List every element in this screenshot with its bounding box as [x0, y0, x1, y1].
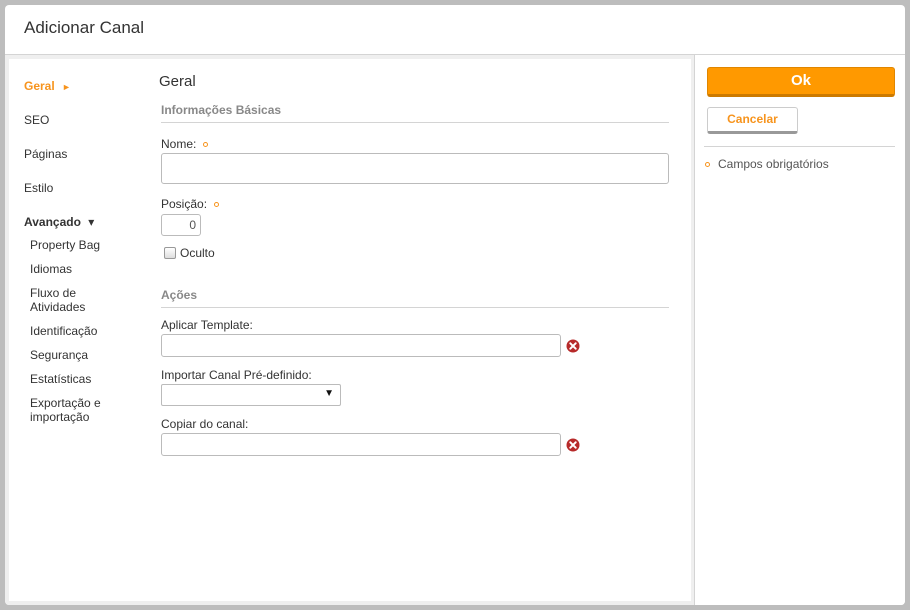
- dialog-header: Adicionar Canal: [5, 5, 905, 55]
- caret-down-icon: ▼: [324, 388, 334, 399]
- arrow-right-icon: ►: [62, 82, 71, 92]
- dialog: Adicionar Canal Geral ► SEO Páginas Esti…: [5, 5, 905, 605]
- name-label: Nome:: [161, 137, 209, 151]
- dialog-title: Adicionar Canal: [24, 18, 145, 37]
- clear-template-icon[interactable]: [566, 339, 580, 353]
- cancel-button[interactable]: Cancelar: [707, 107, 798, 134]
- dialog-body: Geral ► SEO Páginas Estilo Avançado ▾ Pr…: [5, 55, 905, 605]
- action-panel: Ok Cancelar Campos obrigatórios: [696, 55, 905, 605]
- section-title: Geral: [159, 73, 196, 90]
- nav-sub-property-bag[interactable]: Property Bag: [30, 238, 130, 252]
- legend-basic-info: Informações Básicas: [161, 103, 669, 123]
- name-label-text: Nome:: [161, 137, 197, 151]
- required-dot-icon: [203, 142, 209, 147]
- nav-group-avancado[interactable]: Avançado ▾: [24, 215, 94, 229]
- position-input[interactable]: [161, 214, 201, 236]
- apply-template-label: Aplicar Template:: [161, 318, 253, 332]
- import-channel-select[interactable]: ▼: [161, 384, 341, 406]
- nav-group-label: Avançado: [24, 215, 81, 229]
- ok-button[interactable]: Ok: [707, 67, 895, 97]
- required-dot-icon: [214, 202, 220, 207]
- nav-sub-identificacao[interactable]: Identificação: [30, 324, 130, 338]
- import-channel-label: Importar Canal Pré-definido:: [161, 368, 312, 382]
- nav-item-label: Geral: [24, 79, 55, 93]
- legend-actions: Ações: [161, 288, 669, 308]
- clear-copy-icon[interactable]: [566, 438, 580, 452]
- nav-item-paginas[interactable]: Páginas: [24, 147, 67, 161]
- hidden-checkbox[interactable]: [164, 247, 176, 259]
- hidden-checkbox-row[interactable]: Oculto: [164, 246, 215, 260]
- nav-sub-idiomas[interactable]: Idiomas: [30, 262, 130, 276]
- copy-channel-input[interactable]: [161, 433, 561, 456]
- apply-template-input[interactable]: [161, 334, 561, 357]
- nav-sub-exportacao[interactable]: Exportação e importação: [30, 396, 130, 424]
- name-input[interactable]: [161, 153, 669, 184]
- nav-item-estilo[interactable]: Estilo: [24, 181, 53, 195]
- hidden-checkbox-label: Oculto: [180, 246, 215, 260]
- nav-item-geral[interactable]: Geral ►: [24, 79, 71, 93]
- nav-sub-fluxo-atividades[interactable]: Fluxo de Atividades: [30, 286, 130, 314]
- position-label-text: Posição:: [161, 197, 208, 211]
- divider: [704, 146, 895, 147]
- form-area: Geral ► SEO Páginas Estilo Avançado ▾ Pr…: [5, 55, 695, 605]
- nav-sub-estatisticas[interactable]: Estatísticas: [30, 372, 130, 386]
- copy-channel-label: Copiar do canal:: [161, 417, 249, 431]
- required-fields-text: Campos obrigatórios: [718, 157, 829, 171]
- nav-sub-seguranca[interactable]: Segurança: [30, 348, 130, 362]
- position-label: Posição:: [161, 197, 220, 211]
- nav-item-seo[interactable]: SEO: [24, 113, 49, 127]
- required-dot-icon: [705, 162, 710, 167]
- form-panel: Geral ► SEO Páginas Estilo Avançado ▾ Pr…: [9, 59, 691, 601]
- caret-down-icon: ▾: [88, 215, 95, 229]
- required-fields-note: Campos obrigatórios: [705, 157, 829, 171]
